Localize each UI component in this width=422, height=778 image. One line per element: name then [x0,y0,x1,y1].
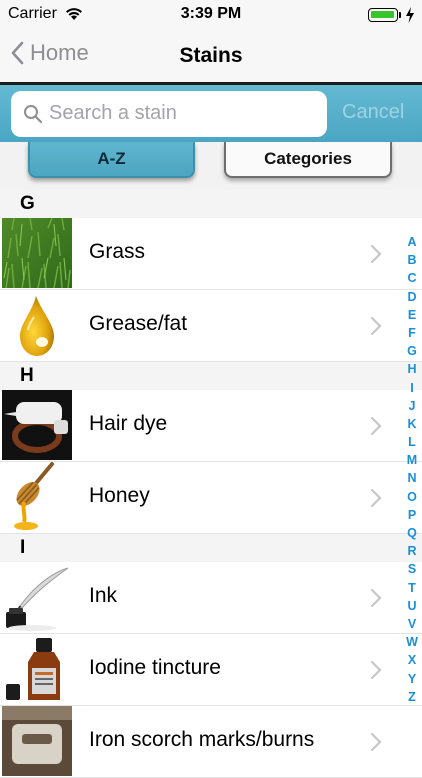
index-letter-i[interactable]: I [402,379,422,397]
list-item-ink[interactable]: Ink [0,562,422,634]
index-letter-v[interactable]: V [402,615,422,633]
list-item-label: Iron scorch marks/burns [89,728,315,751]
index-letter-d[interactable]: D [402,288,422,306]
index-letter-k[interactable]: K [402,415,422,433]
search-input[interactable]: Search a stain [11,91,327,137]
search-placeholder: Search a stain [49,102,177,124]
index-letter-m[interactable]: M [402,451,422,469]
index-letter-s[interactable]: S [402,560,422,578]
chevron-right-icon [370,316,382,336]
tab-a-z[interactable]: A-Z [28,142,195,178]
inkwell-quill-thumbnail [2,562,72,632]
honey-dipper-thumbnail [2,462,72,532]
index-letter-g[interactable]: G [402,342,422,360]
index-letter-x[interactable]: X [402,651,422,669]
index-letter-o[interactable]: O [402,488,422,506]
index-letter-n[interactable]: N [402,469,422,487]
index-letter-q[interactable]: Q [402,524,422,542]
chevron-right-icon [370,416,382,436]
section-index[interactable]: ABCDEFGHIJKLMNOPQRSTUVWXYZ [402,233,422,706]
index-letter-e[interactable]: E [402,306,422,324]
battery-icon [368,8,398,22]
navigation-bar: Home Stains [0,30,422,82]
index-letter-t[interactable]: T [402,579,422,597]
list-item-label: Ink [89,584,118,607]
hair-dye-bottle-thumbnail [2,390,72,460]
list-item-iodine-tincture[interactable]: Iodine tincture [0,634,422,706]
index-letter-u[interactable]: U [402,597,422,615]
list-item-iron-scorch-marks[interactable]: Iron scorch marks/burns [0,706,422,778]
tab-categories[interactable]: Categories [224,142,392,178]
status-bar: Carrier 3:39 PM [0,0,422,30]
index-letter-w[interactable]: W [402,633,422,651]
list-item-grease-fat[interactable]: Grease/fat [0,290,422,362]
charging-bolt-icon [405,7,415,28]
list-item-label: Grass [89,240,146,263]
oil-drop-thumbnail [2,290,72,360]
index-letter-y[interactable]: Y [402,670,422,688]
chevron-right-icon [370,244,382,264]
list-item-honey[interactable]: Honey [0,462,422,534]
index-letter-a[interactable]: A [402,233,422,251]
index-letter-p[interactable]: P [402,506,422,524]
section-header-g: G [0,190,422,218]
page-title: Stains [179,44,243,67]
list-item-label: Honey [89,484,150,507]
chevron-right-icon [370,588,382,608]
list-item-label: Grease/fat [89,312,188,335]
cancel-button[interactable]: Cancel [342,101,404,124]
index-letter-h[interactable]: H [402,360,422,378]
search-bar: Search a stain Cancel [0,85,422,142]
segmented-control: A-Z Categories [0,142,422,190]
section-header-i: I [0,534,422,562]
battery-cap [399,12,401,18]
grass-thumbnail [2,218,72,288]
index-letter-z[interactable]: Z [402,688,422,706]
index-letter-b[interactable]: B [402,251,422,269]
index-letter-c[interactable]: C [402,269,422,287]
list-item-label: Iodine tincture [89,656,221,679]
chevron-right-icon [370,732,382,752]
index-letter-f[interactable]: F [402,324,422,342]
index-letter-j[interactable]: J [402,397,422,415]
index-letter-l[interactable]: L [402,433,422,451]
index-letter-r[interactable]: R [402,542,422,560]
iron-thumbnail [2,706,72,776]
section-header-h: H [0,362,422,390]
stain-list: G Grass Grease/fat H Hair dye Honey I In… [0,190,422,778]
chevron-right-icon [370,488,382,508]
list-item-label: Hair dye [89,412,168,435]
list-item-hair-dye[interactable]: Hair dye [0,390,422,462]
clock: 3:39 PM [180,5,242,22]
iodine-bottle-thumbnail [2,634,72,704]
search-icon [24,105,43,124]
chevron-right-icon [370,660,382,680]
list-item-grass[interactable]: Grass [0,218,422,290]
